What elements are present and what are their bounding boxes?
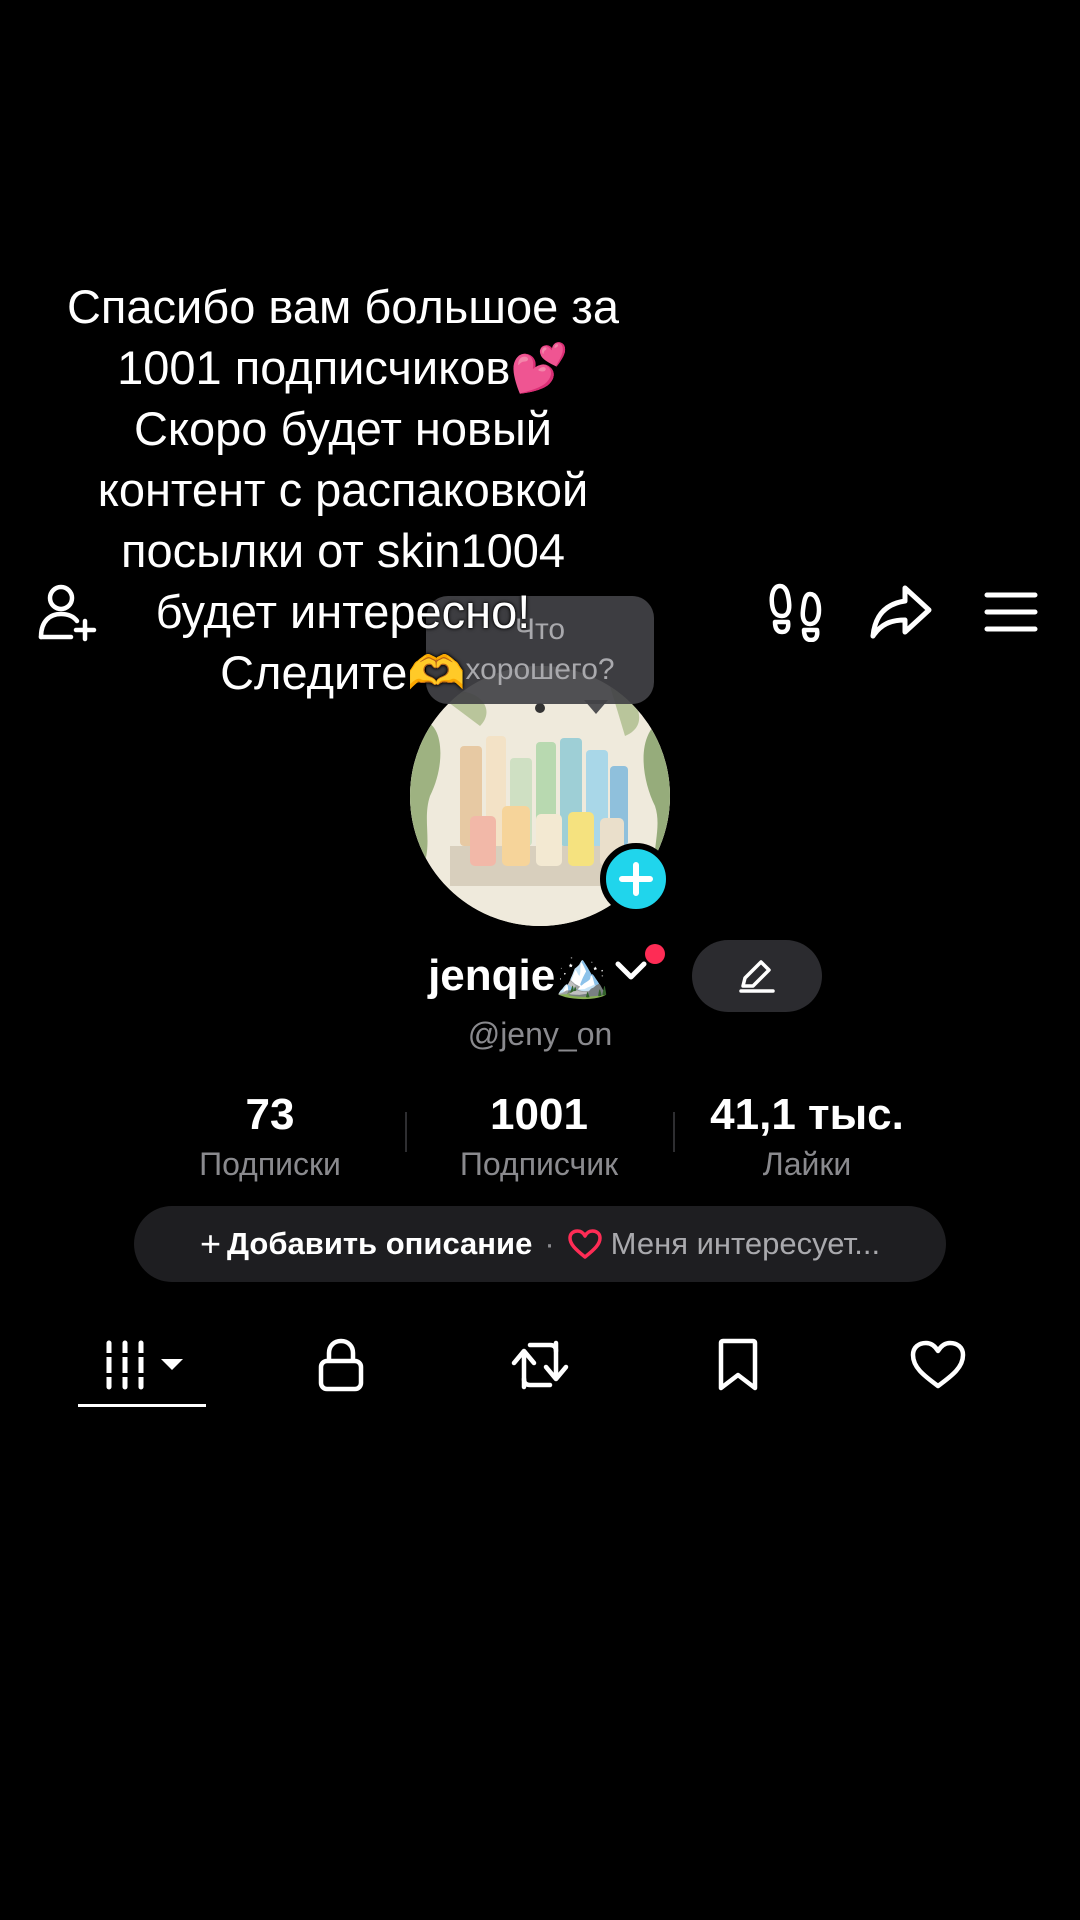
add-bio-label: Добавить описание	[226, 1226, 533, 1261]
stat-followers[interactable]: 1001 Подписчик	[409, 1088, 669, 1186]
stat-value: 1001	[490, 1090, 588, 1139]
plus-icon	[619, 862, 653, 896]
repost-icon	[511, 1340, 569, 1390]
separator: ·	[544, 1226, 555, 1261]
pencil-icon	[739, 960, 775, 993]
chevron-down-icon	[615, 961, 647, 980]
stat-likes[interactable]: 41,1 тыс. Лайки	[677, 1088, 937, 1186]
heart-icon	[567, 1229, 602, 1259]
add-bio-button[interactable]: + Добавить описание · Меня интересует...	[134, 1206, 946, 1282]
active-tab-indicator	[78, 1404, 206, 1407]
stat-following[interactable]: 73 Подписки	[140, 1088, 400, 1186]
tab-videos[interactable]	[84, 1330, 204, 1400]
stat-divider	[673, 1112, 675, 1152]
add-story-button[interactable]	[600, 843, 672, 915]
profile-views-button[interactable]	[762, 580, 830, 644]
video-caption-overlay: Спасибо вам большое за 1001 подписчиков💕…	[66, 280, 620, 699]
heart-icon	[910, 1340, 966, 1389]
tab-liked[interactable]	[878, 1330, 998, 1400]
stat-divider	[405, 1112, 407, 1152]
edit-profile-button[interactable]	[692, 940, 822, 1012]
share-profile-button[interactable]	[866, 580, 936, 644]
stat-label: Подписки	[199, 1146, 341, 1182]
footprints-icon	[769, 583, 822, 642]
notification-dot	[645, 944, 665, 964]
stat-label: Лайки	[762, 1146, 852, 1182]
tab-private[interactable]	[281, 1330, 401, 1400]
stat-value: 73	[245, 1090, 295, 1139]
tab-favorites[interactable]	[678, 1330, 798, 1400]
stat-label: Подписчик	[459, 1146, 619, 1182]
username[interactable]: jenqie🏔️	[428, 948, 610, 1004]
interests-label: Меня интересует...	[610, 1226, 881, 1261]
bookmark-icon	[718, 1338, 758, 1391]
stat-value: 41,1 тыс.	[710, 1090, 904, 1139]
user-handle: @jeny_on	[467, 1016, 613, 1052]
username-row: jenqie🏔️	[0, 940, 1080, 1012]
profile-stats: 73 Подписки 1001 Подписчик 41,1 тыс. Лай…	[0, 1088, 1080, 1188]
grid-icon	[102, 1340, 183, 1390]
plus-icon: +	[199, 1223, 221, 1264]
menu-icon	[984, 592, 1038, 632]
lock-icon	[318, 1338, 364, 1392]
account-switcher-button[interactable]	[614, 958, 648, 989]
tab-reposts[interactable]	[480, 1330, 600, 1400]
menu-button[interactable]	[978, 580, 1044, 644]
content-tabs	[0, 1320, 1080, 1410]
share-icon	[870, 585, 932, 639]
